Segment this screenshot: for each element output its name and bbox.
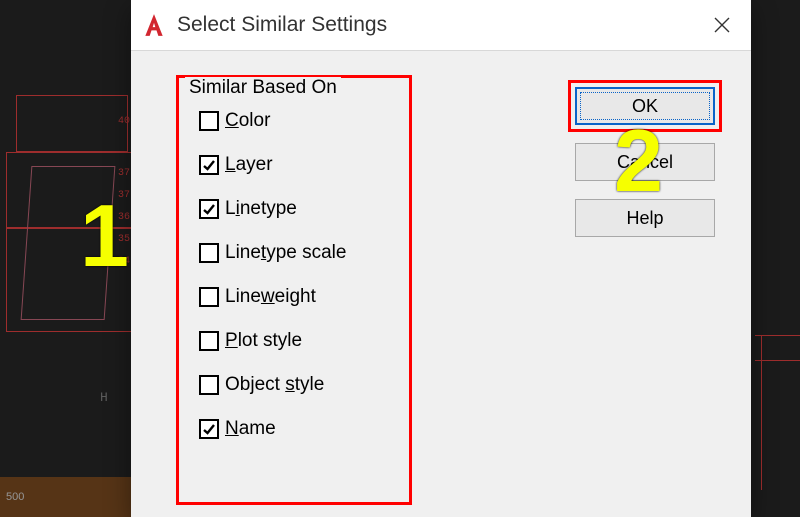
- titlebar: Select Similar Settings: [131, 0, 751, 51]
- criteria-checkbox-7[interactable]: [199, 419, 219, 439]
- criteria-label: Name: [225, 418, 276, 440]
- dialog-title: Select Similar Settings: [177, 13, 387, 37]
- criteria-row: Linetype scale: [199, 242, 403, 264]
- criteria-checkbox-0[interactable]: [199, 111, 219, 131]
- criteria-checkbox-6[interactable]: [199, 375, 219, 395]
- criteria-checkbox-2[interactable]: [199, 199, 219, 219]
- criteria-row: Object style: [199, 374, 403, 396]
- criteria-row: Lineweight: [199, 286, 403, 308]
- criteria-checkbox-4[interactable]: [199, 287, 219, 307]
- criteria-label: Linetype scale: [225, 242, 346, 264]
- criteria-label: Plot style: [225, 330, 302, 352]
- close-button[interactable]: [693, 0, 751, 50]
- criteria-checkbox-3[interactable]: [199, 243, 219, 263]
- help-button[interactable]: Help: [575, 199, 715, 237]
- cancel-button[interactable]: Cancel: [575, 143, 715, 181]
- group-legend: Similar Based On: [185, 77, 341, 99]
- criteria-row: Color: [199, 110, 403, 132]
- criteria-checkbox-5[interactable]: [199, 331, 219, 351]
- criteria-row: Linetype: [199, 198, 403, 220]
- select-similar-settings-dialog: Select Similar Settings Similar Based On…: [131, 0, 751, 517]
- criteria-label: Layer: [225, 154, 273, 176]
- criteria-label: Linetype: [225, 198, 297, 220]
- autocad-icon: [141, 12, 167, 38]
- criteria-row: Plot style: [199, 330, 403, 352]
- criteria-row: Layer: [199, 154, 403, 176]
- criteria-label: Color: [225, 110, 270, 132]
- criteria-label: Lineweight: [225, 286, 316, 308]
- criteria-row: Name: [199, 418, 403, 440]
- similar-based-on-group: Similar Based On Color Layer Linetype Linet…: [176, 75, 412, 505]
- criteria-label: Object style: [225, 374, 324, 396]
- ok-button[interactable]: OK: [575, 87, 715, 125]
- criteria-checkbox-1[interactable]: [199, 155, 219, 175]
